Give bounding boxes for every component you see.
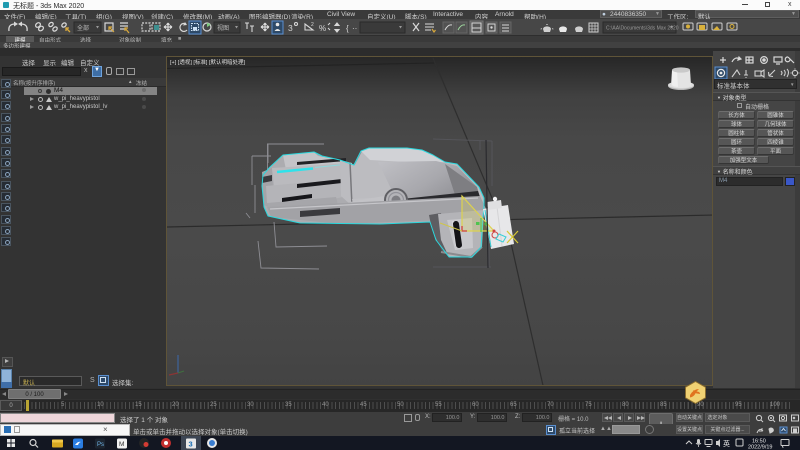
svg-text:2: 2 [311, 22, 314, 28]
svg-text:{: { [346, 24, 349, 33]
svg-text:3: 3 [189, 440, 193, 449]
svg-text:英: 英 [723, 439, 730, 448]
svg-text:C:\AA\Documents\3ds Max 2020: C:\AA\Documents\3ds Max 2020 [606, 26, 679, 32]
svg-text:全部: 全部 [77, 24, 89, 32]
svg-text:M: M [119, 441, 124, 448]
svg-text:2022/9/19: 2022/9/19 [748, 445, 772, 450]
svg-text:3: 3 [288, 23, 293, 33]
svg-text:Ps: Ps [97, 442, 104, 448]
svg-text:视图: 视图 [217, 24, 229, 32]
svg-text:%: % [319, 24, 326, 33]
svg-text:··: ·· [352, 24, 357, 33]
